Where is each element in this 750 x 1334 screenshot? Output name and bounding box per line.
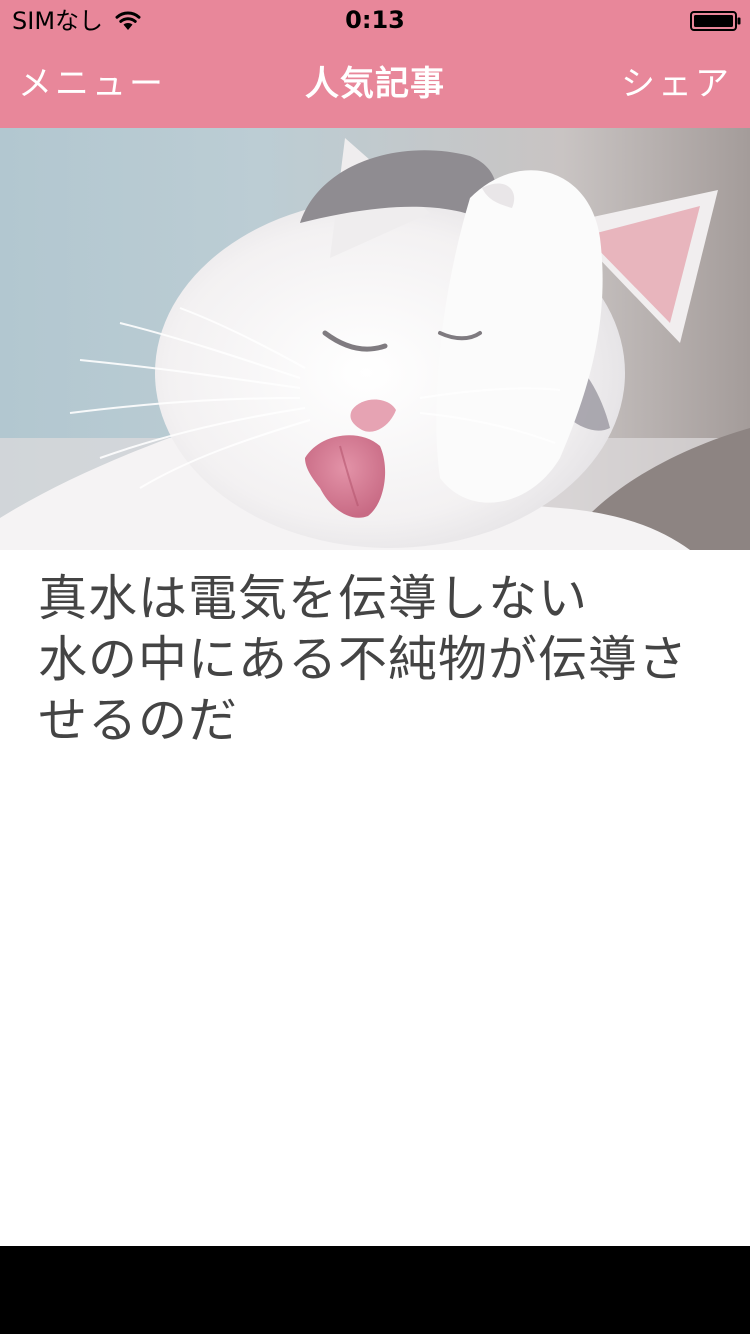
share-button[interactable]: シェア	[621, 64, 732, 104]
article-body: 真水は電気を伝導しない 水の中にある不純物が伝導さ せるのだ	[38, 568, 728, 751]
article-line: せるのだ	[38, 692, 239, 749]
header: SIMなし 0:13 メニュー 人気記事 シェア	[0, 0, 750, 128]
navigation-bar: メニュー 人気記事 シェア	[0, 40, 750, 128]
status-bar: SIMなし 0:13	[0, 0, 750, 40]
menu-button[interactable]: メニュー	[18, 64, 166, 104]
app-screen: SIMなし 0:13 メニュー 人気記事 シェア 真水は電気を伝導しない 水の中…	[0, 0, 750, 1246]
article-line: 真水は電気を伝導しない	[38, 570, 589, 627]
cat-photo	[0, 128, 750, 550]
battery-full-icon	[690, 11, 741, 31]
article-line: 水の中にある不純物が伝導さ	[38, 631, 689, 688]
clock: 0:13	[345, 6, 405, 34]
